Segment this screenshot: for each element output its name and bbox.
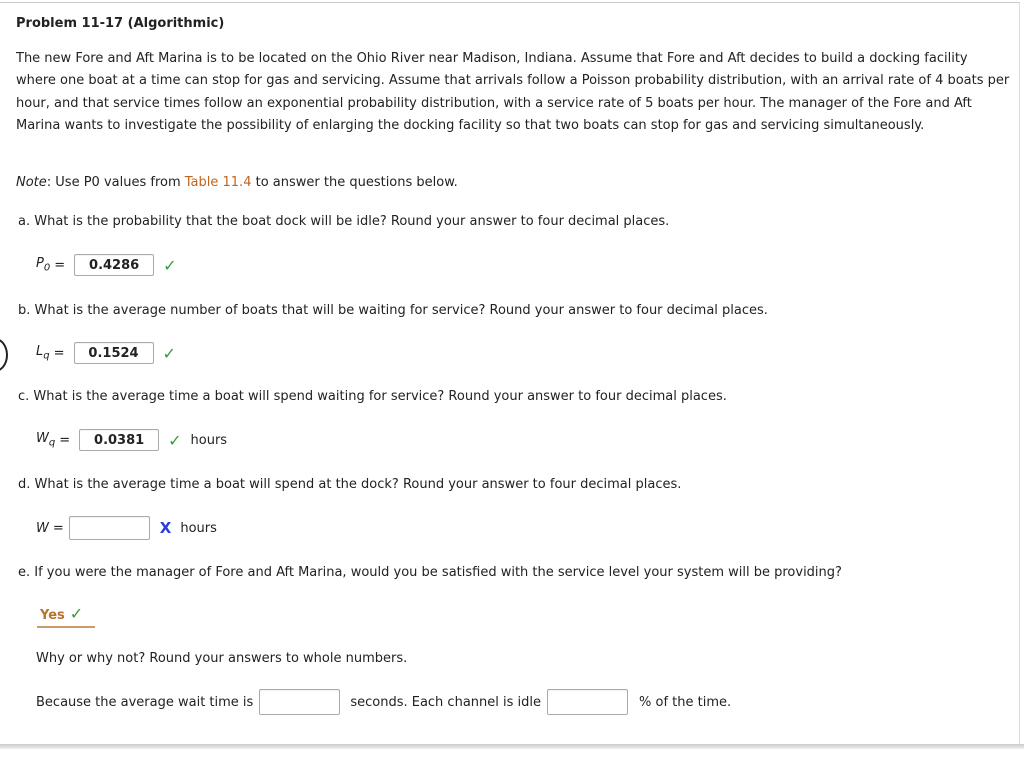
table-link[interactable]: Table 11.4 [185, 175, 252, 190]
check-icon: ✓ [162, 343, 176, 363]
question-c: c. What is the average time a boat will … [18, 389, 727, 404]
cross-icon: X [159, 519, 172, 537]
wait-time-input[interactable] [259, 689, 341, 715]
question-e: e. If you were the manager of Fore and A… [18, 565, 842, 580]
why-prompt: Why or why not? Round your answers to wh… [36, 651, 408, 666]
bottom-divider [0, 744, 1024, 749]
why-row: Because the average wait time is seconds… [36, 689, 731, 715]
satisfied-dropdown[interactable]: Yes ✓ [37, 604, 95, 628]
check-icon: ✓ [168, 430, 182, 450]
note: Note: Use P0 values from Table 11.4 to a… [16, 175, 458, 190]
var-label: Lq [36, 344, 50, 362]
answer-row-d: W = X hours [36, 516, 217, 540]
question-d: d. What is the average time a boat will … [18, 477, 682, 492]
why-text-3: % of the time. [639, 694, 732, 710]
equals: = [52, 520, 64, 536]
p0-input[interactable]: 0.4286 [74, 254, 155, 276]
selected-value: Yes [40, 608, 65, 623]
unit-label: hours [190, 432, 228, 448]
problem-intro: The new Fore and Aft Marina is to be loc… [16, 51, 1010, 134]
equals: = [59, 432, 71, 448]
var-label: Wq [36, 431, 56, 449]
var-label: P0 [36, 256, 51, 274]
problem-title: Problem 11-17 (Algorithmic) [16, 16, 225, 31]
check-icon: ✓ [69, 604, 84, 623]
note-label: Note [16, 175, 47, 190]
var-label: W [36, 520, 49, 536]
check-icon: ✓ [163, 255, 177, 275]
lq-input[interactable]: 0.1524 [73, 342, 154, 364]
note-text-end: to answer the questions below. [251, 175, 458, 190]
equals: = [54, 257, 66, 273]
unit-label: hours [180, 520, 217, 536]
note-text: : Use P0 values from [46, 175, 185, 190]
why-text-1: Because the average wait time is [36, 694, 254, 710]
idle-percent-input[interactable] [547, 689, 628, 715]
answer-row-b: Lq = 0.1524 ✓ [36, 342, 176, 364]
answer-row-c: Wq = 0.0381 ✓ hours [36, 429, 227, 451]
wq-input[interactable]: 0.0381 [79, 429, 160, 451]
question-a: a. What is the probability that the boat… [18, 214, 670, 229]
w-input[interactable] [68, 516, 150, 540]
why-text-2: seconds. Each channel is idle [350, 694, 541, 710]
answer-row-a: P0 = 0.4286 ✓ [36, 254, 177, 276]
equals: = [53, 345, 65, 361]
question-b: b. What is the average number of boats t… [18, 303, 768, 318]
